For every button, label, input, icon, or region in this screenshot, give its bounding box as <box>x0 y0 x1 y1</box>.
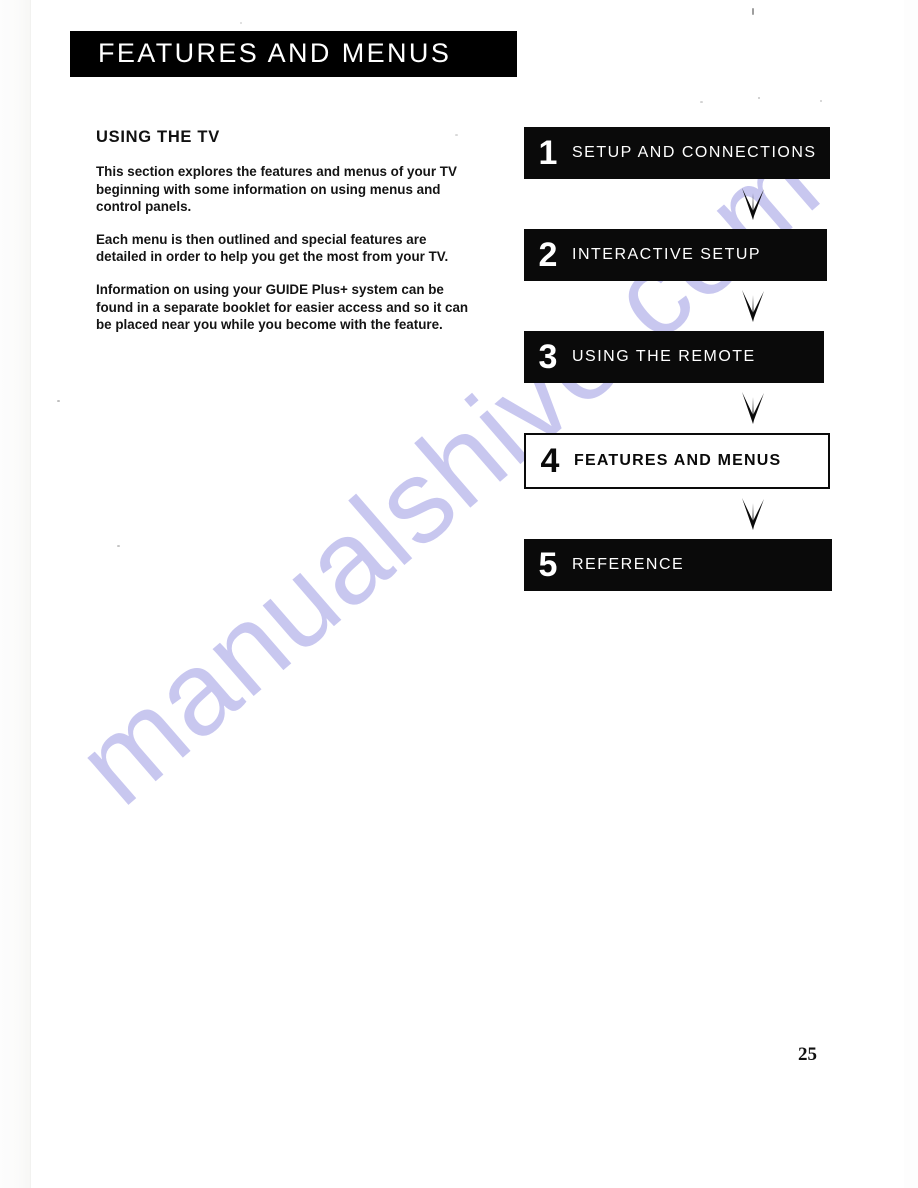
scan-edge-right <box>904 0 918 1188</box>
flow-step-label: INTERACTIVE SETUP <box>572 246 762 263</box>
flow-step-number: 2 <box>538 236 558 274</box>
arrow-down-icon <box>742 392 764 424</box>
flow-step-interactive-setup[interactable]: 2 INTERACTIVE SETUP <box>524 229 827 281</box>
intro-paragraph-3: Information on using your GUIDE Plus+ sy… <box>96 281 469 333</box>
section-flowchart: 1 SETUP AND CONNECTIONS 2 INTERACTIVE SE… <box>524 127 832 591</box>
flow-connector-1 <box>524 179 832 229</box>
flow-step-label: REFERENCE <box>572 556 685 573</box>
scan-edge-left <box>0 0 31 1188</box>
scan-speck <box>752 8 754 15</box>
page-header-banner: FEATURES AND MENUS <box>70 31 517 77</box>
flow-step-setup-and-connections[interactable]: 1 SETUP AND CONNECTIONS <box>524 127 830 179</box>
flow-connector-3 <box>524 383 832 433</box>
intro-paragraph-1: This section explores the features and m… <box>96 164 457 215</box>
page-title: FEATURES AND MENUS <box>98 37 452 68</box>
flow-step-features-and-menus[interactable]: 4 FEATURES AND MENUS <box>524 433 830 489</box>
document-page: manualshive.com FEATURES AND MENUS USING… <box>0 0 918 1188</box>
intro-text-column: USING THE TV This section explores the f… <box>96 128 478 334</box>
arrow-down-icon <box>742 188 764 220</box>
flow-step-label: SETUP AND CONNECTIONS <box>572 144 817 161</box>
flow-step-label: FEATURES AND MENUS <box>574 452 782 469</box>
flow-step-reference[interactable]: 5 REFERENCE <box>524 539 832 591</box>
flow-step-number: 4 <box>540 442 560 480</box>
section-heading: USING THE TV <box>96 128 220 146</box>
flow-step-using-the-remote[interactable]: 3 USING THE REMOTE <box>524 331 824 383</box>
flow-step-number: 3 <box>538 338 558 376</box>
scan-speck <box>758 97 760 99</box>
page-number: 25 <box>798 1044 817 1065</box>
intro-paragraph-2: Each menu is then outlined and special f… <box>96 231 449 265</box>
flow-connector-2 <box>524 281 832 331</box>
flow-step-number: 1 <box>538 134 558 172</box>
scan-speck <box>57 400 60 402</box>
arrow-down-icon <box>742 290 764 322</box>
scan-speck <box>240 22 242 24</box>
flow-step-number: 5 <box>538 546 558 584</box>
arrow-down-icon <box>742 498 764 530</box>
flow-connector-4 <box>524 489 832 539</box>
scan-speck <box>820 100 822 102</box>
scan-speck <box>117 545 120 547</box>
flow-step-label: USING THE REMOTE <box>572 348 756 365</box>
scan-speck <box>700 101 703 103</box>
